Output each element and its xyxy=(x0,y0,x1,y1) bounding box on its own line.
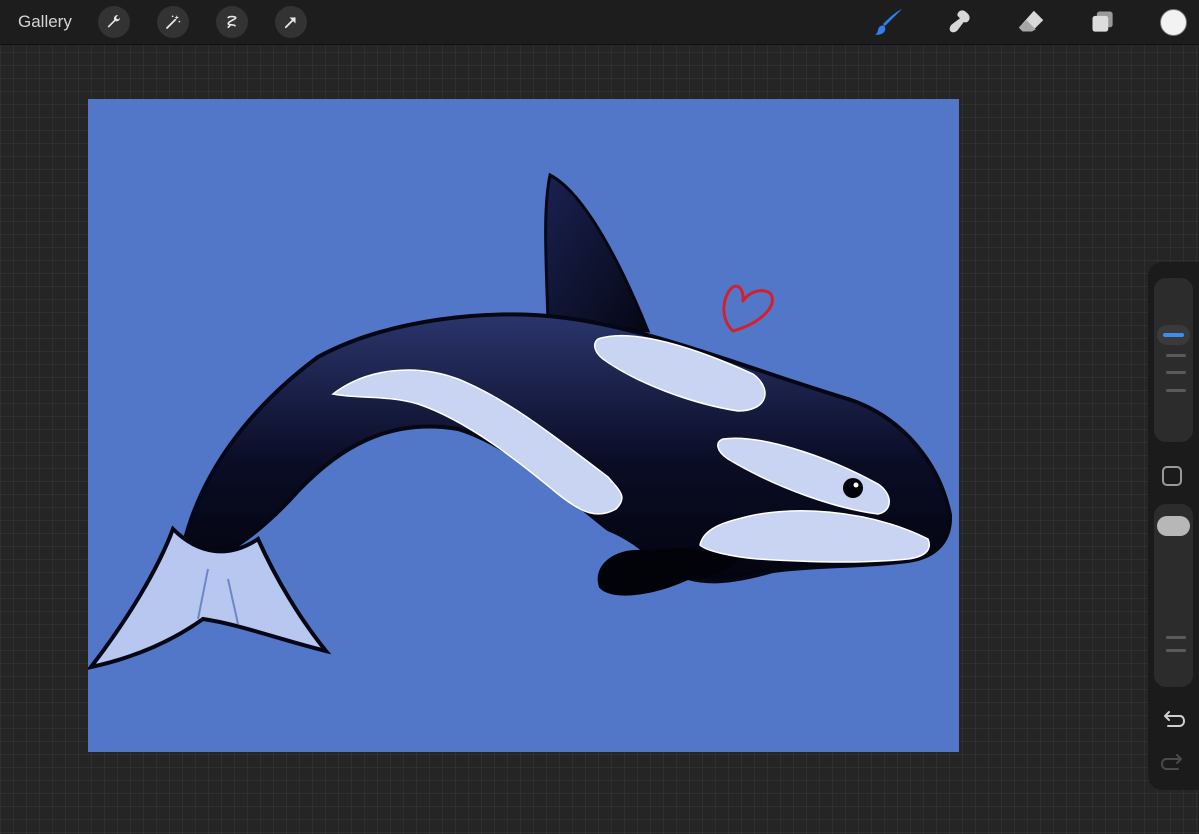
slider-tick xyxy=(1166,354,1186,357)
brush-size-thumb[interactable] xyxy=(1157,325,1190,345)
opacity-thumb[interactable] xyxy=(1157,516,1190,536)
brush-tool-button[interactable] xyxy=(873,6,905,38)
selection-button[interactable] xyxy=(216,6,248,38)
layers-icon xyxy=(1092,11,1113,32)
smudge-icon xyxy=(949,10,970,33)
actions-wrench-button[interactable] xyxy=(98,6,130,38)
orca-eye xyxy=(843,478,863,498)
transform-button[interactable] xyxy=(275,6,307,38)
gallery-button[interactable]: Gallery xyxy=(18,12,72,32)
slider-tick xyxy=(1166,371,1186,374)
eraser-tool-button[interactable] xyxy=(1016,6,1048,38)
slider-tick xyxy=(1166,636,1186,639)
wrench-icon xyxy=(107,15,121,28)
selection-icon xyxy=(227,15,237,29)
redo-icon xyxy=(1160,754,1182,770)
brush-icon xyxy=(875,9,902,35)
brush-size-slider[interactable] xyxy=(1154,278,1193,442)
slider-tick xyxy=(1166,649,1186,652)
drawing-canvas[interactable] xyxy=(88,99,959,752)
smudge-tool-button[interactable] xyxy=(944,6,976,38)
layers-button[interactable] xyxy=(1087,6,1119,38)
slider-tick xyxy=(1166,389,1186,392)
opacity-slider[interactable] xyxy=(1154,504,1193,687)
redo-button[interactable] xyxy=(1160,752,1186,774)
transform-arrow-icon xyxy=(284,17,296,29)
orca-artwork xyxy=(88,99,959,752)
color-picker-button[interactable] xyxy=(1160,9,1187,36)
undo-icon xyxy=(1164,711,1186,727)
magic-wand-icon xyxy=(166,15,181,29)
undo-button[interactable] xyxy=(1160,709,1186,731)
brush-sidebar xyxy=(1148,262,1199,790)
modify-button[interactable] xyxy=(1162,466,1182,486)
eraser-icon xyxy=(1018,10,1044,32)
top-toolbar: Gallery xyxy=(0,0,1199,45)
adjustments-wand-button[interactable] xyxy=(157,6,189,38)
